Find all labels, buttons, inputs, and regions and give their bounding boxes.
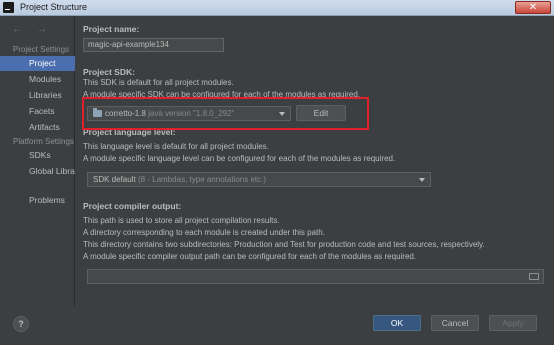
sidebar-item-libraries[interactable]: Libraries bbox=[0, 88, 75, 103]
intellij-app-icon bbox=[3, 2, 14, 13]
project-sdk-label: Project SDK: bbox=[83, 67, 135, 77]
language-level-name: SDK default bbox=[93, 175, 136, 184]
apply-button[interactable]: Apply bbox=[489, 315, 537, 331]
project-settings-header: Project Settings bbox=[13, 45, 70, 54]
sidebar-item-global-libraries[interactable]: Global Libraries bbox=[0, 164, 75, 179]
close-button[interactable]: ✕ bbox=[515, 1, 551, 14]
sidebar-item-artifacts[interactable]: Artifacts bbox=[0, 120, 75, 135]
window-title: Project Structure bbox=[20, 2, 88, 12]
language-level-dropdown[interactable]: SDK default (8 - Lambdas, type annotatio… bbox=[87, 172, 431, 187]
compiler-output-desc-1: This path is used to store all project c… bbox=[83, 216, 280, 225]
compiler-output-path-input[interactable] bbox=[87, 269, 544, 284]
title-bar: Project Structure ✕ bbox=[0, 0, 554, 16]
chevron-down-icon bbox=[419, 178, 425, 182]
sidebar-item-problems[interactable]: Problems bbox=[0, 193, 75, 208]
language-level-desc-2: A module specific language level can be … bbox=[83, 154, 396, 163]
compiler-output-desc-4: A module specific compiler output path c… bbox=[83, 252, 417, 261]
project-name-input[interactable]: magic-api-example134 bbox=[83, 38, 224, 52]
sidebar-item-project[interactable]: Project bbox=[0, 56, 75, 71]
language-level-detail: (8 - Lambdas, type annotations etc.) bbox=[137, 175, 267, 184]
sidebar-item-facets[interactable]: Facets bbox=[0, 104, 75, 119]
help-button[interactable]: ? bbox=[13, 316, 29, 332]
sidebar: ← → Project Settings Project Modules Lib… bbox=[0, 16, 75, 306]
cancel-button[interactable]: Cancel bbox=[431, 315, 479, 331]
folder-browse-icon[interactable] bbox=[529, 273, 539, 280]
project-settings-panel: Project name: magic-api-example134 Proje… bbox=[76, 16, 554, 306]
ok-button[interactable]: OK bbox=[373, 315, 421, 331]
language-level-desc-1: This language level is default for all p… bbox=[83, 142, 269, 151]
project-name-label: Project name: bbox=[83, 24, 140, 34]
project-sdk-desc-1: This SDK is default for all project modu… bbox=[83, 78, 234, 87]
platform-settings-header: Platform Settings bbox=[13, 137, 74, 146]
sidebar-item-sdks[interactable]: SDKs bbox=[0, 148, 75, 163]
compiler-output-desc-2: A directory corresponding to each module… bbox=[83, 228, 325, 237]
sdk-highlight-box bbox=[82, 97, 369, 130]
compiler-output-label: Project compiler output: bbox=[83, 201, 182, 211]
sidebar-item-modules[interactable]: Modules bbox=[0, 72, 75, 87]
compiler-output-desc-3: This directory contains two subdirectori… bbox=[83, 240, 485, 249]
back-forward-arrows-icon[interactable]: ← → bbox=[12, 24, 53, 35]
dialog-footer: ? OK Cancel Apply bbox=[0, 306, 554, 345]
